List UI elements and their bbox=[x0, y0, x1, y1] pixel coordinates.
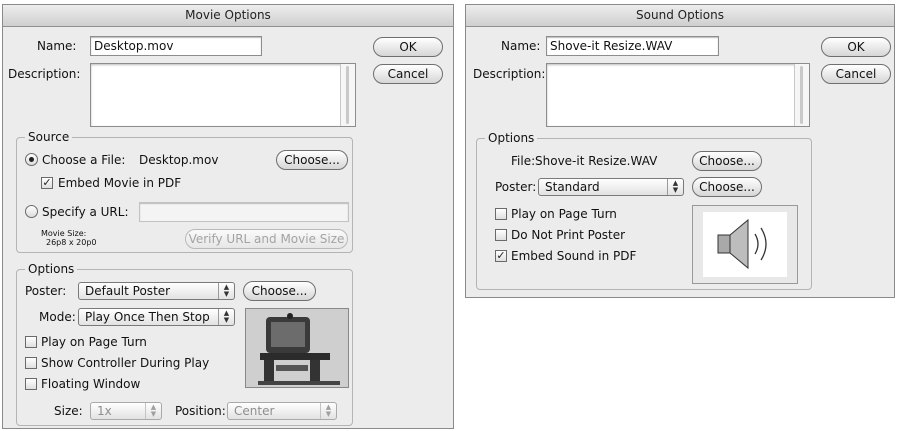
size-popup-value: 1x bbox=[97, 404, 112, 418]
movie-source-group-title: Source bbox=[25, 129, 73, 145]
show-controller-label: Show Controller During Play bbox=[41, 356, 210, 370]
sound-cancel-button[interactable]: Cancel bbox=[821, 64, 891, 84]
movie-options-dialog: Movie Options Name: Desktop.mov OK Cance… bbox=[2, 4, 454, 429]
movie-name-field[interactable]: Desktop.mov bbox=[90, 36, 262, 56]
movie-file-name: Desktop.mov bbox=[139, 153, 219, 167]
poster-popup[interactable]: Default Poster ▲ ▼ bbox=[78, 282, 235, 300]
movie-source-choose-button[interactable]: Choose... bbox=[276, 150, 348, 170]
sound-file-choose-button[interactable]: Choose... bbox=[692, 151, 762, 171]
specify-url-label: Specify a URL: bbox=[42, 205, 129, 219]
sound-poster-preview bbox=[692, 205, 798, 284]
sound-options-group: Options File: Shove-it Resize.WAV Choose… bbox=[476, 130, 812, 290]
movie-size-value: 26p8 x 20p0 bbox=[46, 238, 97, 247]
sound-file-label: File: bbox=[511, 154, 536, 168]
sound-options-group-title: Options bbox=[485, 130, 538, 146]
do-not-print-poster-checkbox[interactable] bbox=[495, 229, 507, 241]
sound-name-field[interactable]: Shove-it Resize.WAV bbox=[546, 36, 719, 56]
position-label: Position: bbox=[175, 404, 226, 418]
movie-poster-choose-button[interactable]: Choose... bbox=[243, 281, 316, 301]
sound-file-name: Shove-it Resize.WAV bbox=[535, 154, 658, 168]
computer-workstation-photo bbox=[246, 309, 348, 387]
sound-options-dialog: Sound Options Name: Shove-it Resize.WAV … bbox=[465, 4, 895, 298]
sound-dialog-title: Sound Options bbox=[466, 5, 894, 27]
movie-ok-button[interactable]: OK bbox=[373, 37, 443, 57]
popup-arrows-icon: ▲ ▼ bbox=[320, 403, 336, 419]
sound-description-label: Description: bbox=[473, 67, 546, 81]
popup-arrows-icon: ▲ ▼ bbox=[145, 403, 161, 419]
choose-file-radio[interactable] bbox=[25, 153, 38, 166]
sound-poster-popup-value: Standard bbox=[545, 180, 600, 194]
movie-options-group-title: Options bbox=[25, 261, 78, 277]
show-controller-checkbox[interactable] bbox=[25, 357, 37, 369]
movie-url-field[interactable] bbox=[139, 202, 349, 222]
popup-arrows-icon: ▲ ▼ bbox=[218, 283, 234, 299]
movie-description-field[interactable] bbox=[90, 63, 356, 127]
play-on-page-turn-label: Play on Page Turn bbox=[41, 335, 147, 349]
poster-popup-value: Default Poster bbox=[85, 284, 171, 298]
floating-window-checkbox[interactable] bbox=[25, 378, 37, 390]
position-popup[interactable]: Center ▲ ▼ bbox=[227, 402, 337, 420]
size-popup[interactable]: 1x ▲ ▼ bbox=[90, 402, 162, 420]
embed-movie-label: Embed Movie in PDF bbox=[58, 176, 182, 190]
sound-poster-choose-button[interactable]: Choose... bbox=[692, 177, 762, 197]
sound-poster-popup[interactable]: Standard ▲ ▼ bbox=[538, 178, 684, 196]
movie-cancel-button[interactable]: Cancel bbox=[373, 64, 443, 84]
poster-label: Poster: bbox=[25, 284, 67, 298]
movie-description-label: Description: bbox=[8, 67, 81, 81]
movie-dialog-title: Movie Options bbox=[3, 5, 453, 27]
sound-description-field[interactable] bbox=[546, 63, 810, 127]
movie-description-scrollbar[interactable] bbox=[340, 64, 355, 126]
do-not-print-poster-label: Do Not Print Poster bbox=[511, 228, 626, 242]
position-popup-value: Center bbox=[234, 404, 275, 418]
popup-arrows-icon: ▲ ▼ bbox=[667, 179, 683, 195]
movie-size-label: Movie Size: bbox=[41, 229, 87, 238]
size-label: Size: bbox=[54, 404, 83, 418]
sound-ok-button[interactable]: OK bbox=[821, 37, 891, 57]
sound-play-on-page-turn-checkbox[interactable] bbox=[495, 208, 507, 220]
popup-arrows-icon: ▲ ▼ bbox=[218, 309, 234, 325]
embed-sound-checkbox[interactable]: ✓ bbox=[495, 250, 507, 262]
movie-name-label: Name: bbox=[37, 39, 77, 53]
embed-movie-checkbox[interactable]: ✓ bbox=[41, 177, 53, 189]
speaker-icon bbox=[703, 212, 787, 277]
movie-source-group: Source Choose a File: Desktop.mov Choose… bbox=[16, 129, 353, 253]
mode-popup-value: Play Once Then Stop bbox=[85, 310, 210, 324]
floating-window-label: Floating Window bbox=[41, 377, 141, 391]
sound-poster-label: Poster: bbox=[495, 180, 537, 194]
sound-name-label: Name: bbox=[501, 39, 541, 53]
sound-play-on-page-turn-label: Play on Page Turn bbox=[511, 207, 617, 221]
play-on-page-turn-checkbox[interactable] bbox=[25, 336, 37, 348]
mode-label: Mode: bbox=[39, 310, 76, 324]
movie-poster-preview bbox=[245, 308, 349, 388]
specify-url-radio[interactable] bbox=[25, 205, 38, 218]
embed-sound-label: Embed Sound in PDF bbox=[511, 249, 637, 263]
movie-options-group: Options Poster: Default Poster ▲ ▼ Choose… bbox=[16, 261, 353, 426]
choose-file-label: Choose a File: bbox=[42, 153, 126, 167]
mode-popup[interactable]: Play Once Then Stop ▲ ▼ bbox=[78, 308, 235, 326]
verify-url-button[interactable]: Verify URL and Movie Size bbox=[185, 229, 348, 249]
sound-description-scrollbar[interactable] bbox=[794, 64, 809, 126]
